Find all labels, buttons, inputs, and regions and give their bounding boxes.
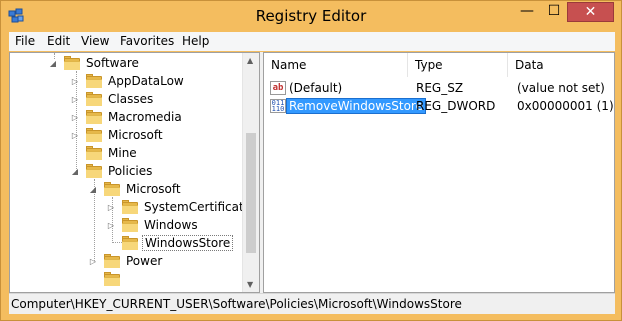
- tree-item-partial: [88, 270, 124, 288]
- expand-icon[interactable]: ▷: [106, 220, 116, 230]
- value-type: REG_DWORD: [416, 99, 496, 113]
- values-list[interactable]: Name Type Data ab (Default) REG_SZ (valu…: [263, 52, 615, 293]
- collapse-icon[interactable]: ◢: [48, 58, 58, 68]
- column-header-name[interactable]: Name: [264, 53, 408, 77]
- tree-item-label: Power: [126, 254, 163, 268]
- tree-item-mine[interactable]: Mine: [70, 144, 139, 162]
- menu-view[interactable]: View: [81, 34, 109, 48]
- tree-item-label: Microsoft: [126, 182, 181, 196]
- folder-icon: [104, 253, 120, 268]
- value-type: REG_SZ: [416, 81, 464, 95]
- menu-help[interactable]: Help: [182, 34, 209, 48]
- key-tree[interactable]: ◢ Software ▷ AppDataLow ▷ Classes ▷ Macr…: [9, 52, 260, 293]
- expand-icon[interactable]: ▷: [70, 94, 80, 104]
- folder-icon: [86, 127, 102, 142]
- tree-item-power[interactable]: ▷ Power: [88, 252, 164, 270]
- tree-item-windows[interactable]: ▷ Windows: [106, 216, 200, 234]
- tree-item-label: Microsoft: [108, 128, 163, 142]
- menu-favorites[interactable]: Favorites: [120, 34, 174, 48]
- tree-item-label: Software: [86, 56, 139, 70]
- tree-item-policies[interactable]: ◢ Policies: [70, 162, 154, 180]
- string-value-icon: ab: [270, 81, 286, 95]
- menu-edit[interactable]: Edit: [47, 34, 70, 48]
- column-header-type[interactable]: Type: [408, 53, 508, 77]
- scroll-down-icon[interactable]: ▼: [247, 280, 253, 289]
- value-name: (Default): [289, 81, 343, 95]
- tree-item-software[interactable]: ◢ Software: [48, 54, 141, 72]
- menu-file[interactable]: File: [15, 34, 35, 48]
- binary-value-icon: 011 110: [270, 99, 286, 113]
- folder-icon: [86, 73, 102, 88]
- expand-icon[interactable]: ▷: [70, 112, 80, 122]
- folder-icon: [122, 235, 138, 250]
- tree-item-label: Mine: [108, 146, 137, 160]
- title-bar[interactable]: Registry Editor — ☐ ✕: [1, 1, 621, 32]
- tree-item-label: Windows: [144, 218, 198, 232]
- folder-icon: [86, 91, 102, 106]
- folder-icon: [86, 109, 102, 124]
- collapse-icon[interactable]: ◢: [88, 184, 98, 194]
- minimize-button[interactable]: —: [514, 2, 540, 22]
- scroll-up-icon[interactable]: ▲: [247, 56, 253, 65]
- column-header-data[interactable]: Data: [508, 53, 614, 77]
- tree-item-macromedia[interactable]: ▷ Macromedia: [70, 108, 184, 126]
- folder-icon: [122, 199, 138, 214]
- tree-item-policies-microsoft[interactable]: ◢ Microsoft: [88, 180, 183, 198]
- menu-bar: File Edit View Favorites Help: [9, 32, 615, 51]
- close-button[interactable]: ✕: [567, 2, 614, 22]
- tree-item-label: Macromedia: [108, 110, 182, 124]
- expand-icon[interactable]: ▷: [70, 76, 80, 86]
- folder-icon: [122, 217, 138, 232]
- maximize-button[interactable]: ☐: [541, 2, 567, 22]
- tree-item-label: AppDataLow: [108, 74, 184, 88]
- folder-icon: [104, 271, 120, 286]
- value-data: (value not set): [517, 81, 605, 95]
- table-row-selected[interactable]: 011 110 RemoveWindowsStore REG_DWORD 0x0…: [264, 98, 614, 116]
- registry-editor-window: Registry Editor — ☐ ✕ File Edit View Fav…: [0, 0, 622, 321]
- tree-item-appdatalow[interactable]: ▷ AppDataLow: [70, 72, 186, 90]
- scrollbar-thumb[interactable]: [246, 133, 256, 253]
- folder-icon: [64, 55, 80, 70]
- tree-item-classes[interactable]: ▷ Classes: [70, 90, 155, 108]
- folder-icon: [104, 181, 120, 196]
- tree-item-label-selected: WindowsStore: [142, 235, 234, 251]
- tree-item-systemcertificates[interactable]: ▷ SystemCertificates: [106, 198, 259, 216]
- tree-item-microsoft[interactable]: ▷ Microsoft: [70, 126, 165, 144]
- value-name-selected: RemoveWindowsStore: [286, 98, 426, 114]
- table-row[interactable]: ab (Default) REG_SZ (value not set): [264, 80, 614, 98]
- value-data: 0x00000001 (1): [517, 99, 614, 113]
- tree-item-label: Classes: [108, 92, 154, 106]
- tree-connector: [94, 189, 95, 261]
- expand-icon[interactable]: ▷: [70, 130, 80, 140]
- collapse-icon[interactable]: ◢: [70, 166, 80, 176]
- tree-item-windowsstore[interactable]: WindowsStore: [106, 234, 234, 252]
- status-bar: Computer\HKEY_CURRENT_USER\Software\Poli…: [9, 293, 615, 314]
- folder-icon: [86, 145, 102, 160]
- folder-icon: [86, 163, 102, 178]
- tree-item-label: Policies: [108, 164, 153, 178]
- current-key-path: Computer\HKEY_CURRENT_USER\Software\Poli…: [11, 297, 462, 311]
- tree-scrollbar[interactable]: ▲ ▼: [242, 53, 259, 292]
- expand-icon[interactable]: ▷: [106, 202, 116, 212]
- expand-icon[interactable]: ▷: [88, 256, 98, 266]
